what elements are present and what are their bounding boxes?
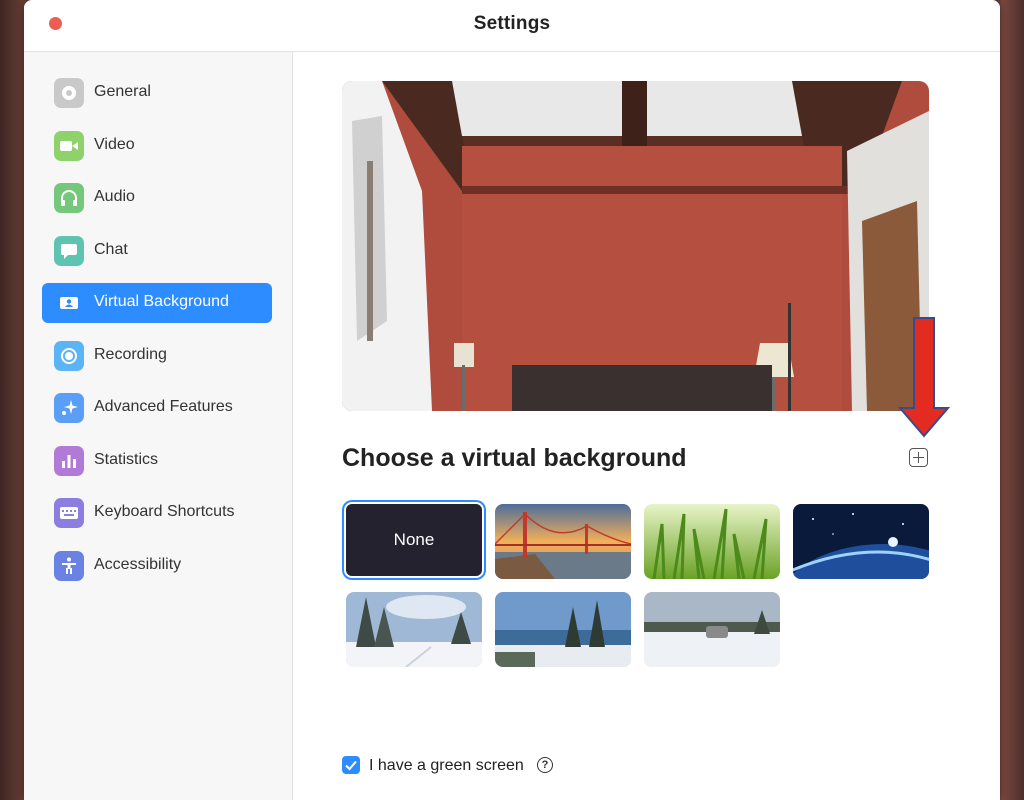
background-option-snowy-field[interactable] (644, 592, 780, 667)
sidebar-item-label: General (94, 83, 151, 100)
sidebar-item-audio[interactable]: Audio (42, 178, 272, 218)
background-option-golden-gate[interactable] (495, 504, 631, 579)
sidebar-item-statistics[interactable]: Statistics (42, 441, 272, 481)
window-title: Settings (473, 13, 551, 34)
sidebar-item-label: Video (94, 136, 135, 153)
sidebar-item-label: Recording (94, 346, 167, 363)
camera-preview (342, 81, 929, 411)
sidebar-item-chat[interactable]: Chat (42, 231, 272, 271)
settings-sidebar: General Video Audio Chat Virtual Backgro… (24, 52, 293, 800)
plus-square-icon[interactable] (909, 448, 928, 467)
green-screen-checkbox[interactable] (342, 756, 360, 774)
background-option-earth[interactable] (793, 504, 929, 579)
accessibility-icon (54, 551, 84, 581)
background-option-grass[interactable] (644, 504, 780, 579)
sidebar-item-recording[interactable]: Recording (42, 336, 272, 376)
sidebar-item-keyboard-shortcuts[interactable]: Keyboard Shortcuts (42, 493, 272, 533)
sidebar-item-virtual-background[interactable]: Virtual Background (42, 283, 272, 323)
record-icon (54, 341, 84, 371)
sidebar-item-accessibility[interactable]: Accessibility (42, 546, 272, 586)
sidebar-item-video[interactable]: Video (42, 126, 272, 166)
headphones-icon (54, 183, 84, 213)
sparkle-icon (54, 393, 84, 423)
annotation-arrow-icon (897, 317, 951, 438)
sidebar-item-label: Keyboard Shortcuts (94, 503, 235, 520)
background-option-snowy-forest[interactable] (346, 592, 482, 667)
green-screen-label: I have a green screen (369, 757, 524, 774)
choose-background-heading: Choose a virtual background (342, 444, 687, 472)
sidebar-item-label: Statistics (94, 451, 159, 468)
sidebar-item-label: Audio (94, 188, 135, 205)
sidebar-item-general[interactable]: General (42, 73, 272, 113)
sidebar-item-label: Chat (94, 241, 128, 258)
background-option-label: None (393, 530, 435, 549)
video-camera-icon (54, 131, 84, 161)
keyboard-icon (54, 498, 84, 528)
sidebar-item-label: Advanced Features (94, 398, 233, 415)
settings-window: Settings General Video Audio Chat Virtua… (24, 0, 1000, 800)
background-option-lake-trees[interactable] (495, 592, 631, 667)
gear-icon (54, 78, 84, 108)
sidebar-item-advanced-features[interactable]: Advanced Features (42, 388, 272, 428)
title-bar: Settings (24, 0, 1000, 52)
green-screen-option: I have a green screen ? (342, 756, 642, 778)
bar-chart-icon (54, 446, 84, 476)
sidebar-item-label: Virtual Background (94, 293, 229, 310)
help-icon[interactable]: ? (537, 757, 553, 773)
background-option-none[interactable]: None (344, 502, 484, 578)
person-card-icon (54, 288, 84, 318)
sidebar-item-label: Accessibility (94, 556, 182, 573)
chat-bubble-icon (54, 236, 84, 266)
